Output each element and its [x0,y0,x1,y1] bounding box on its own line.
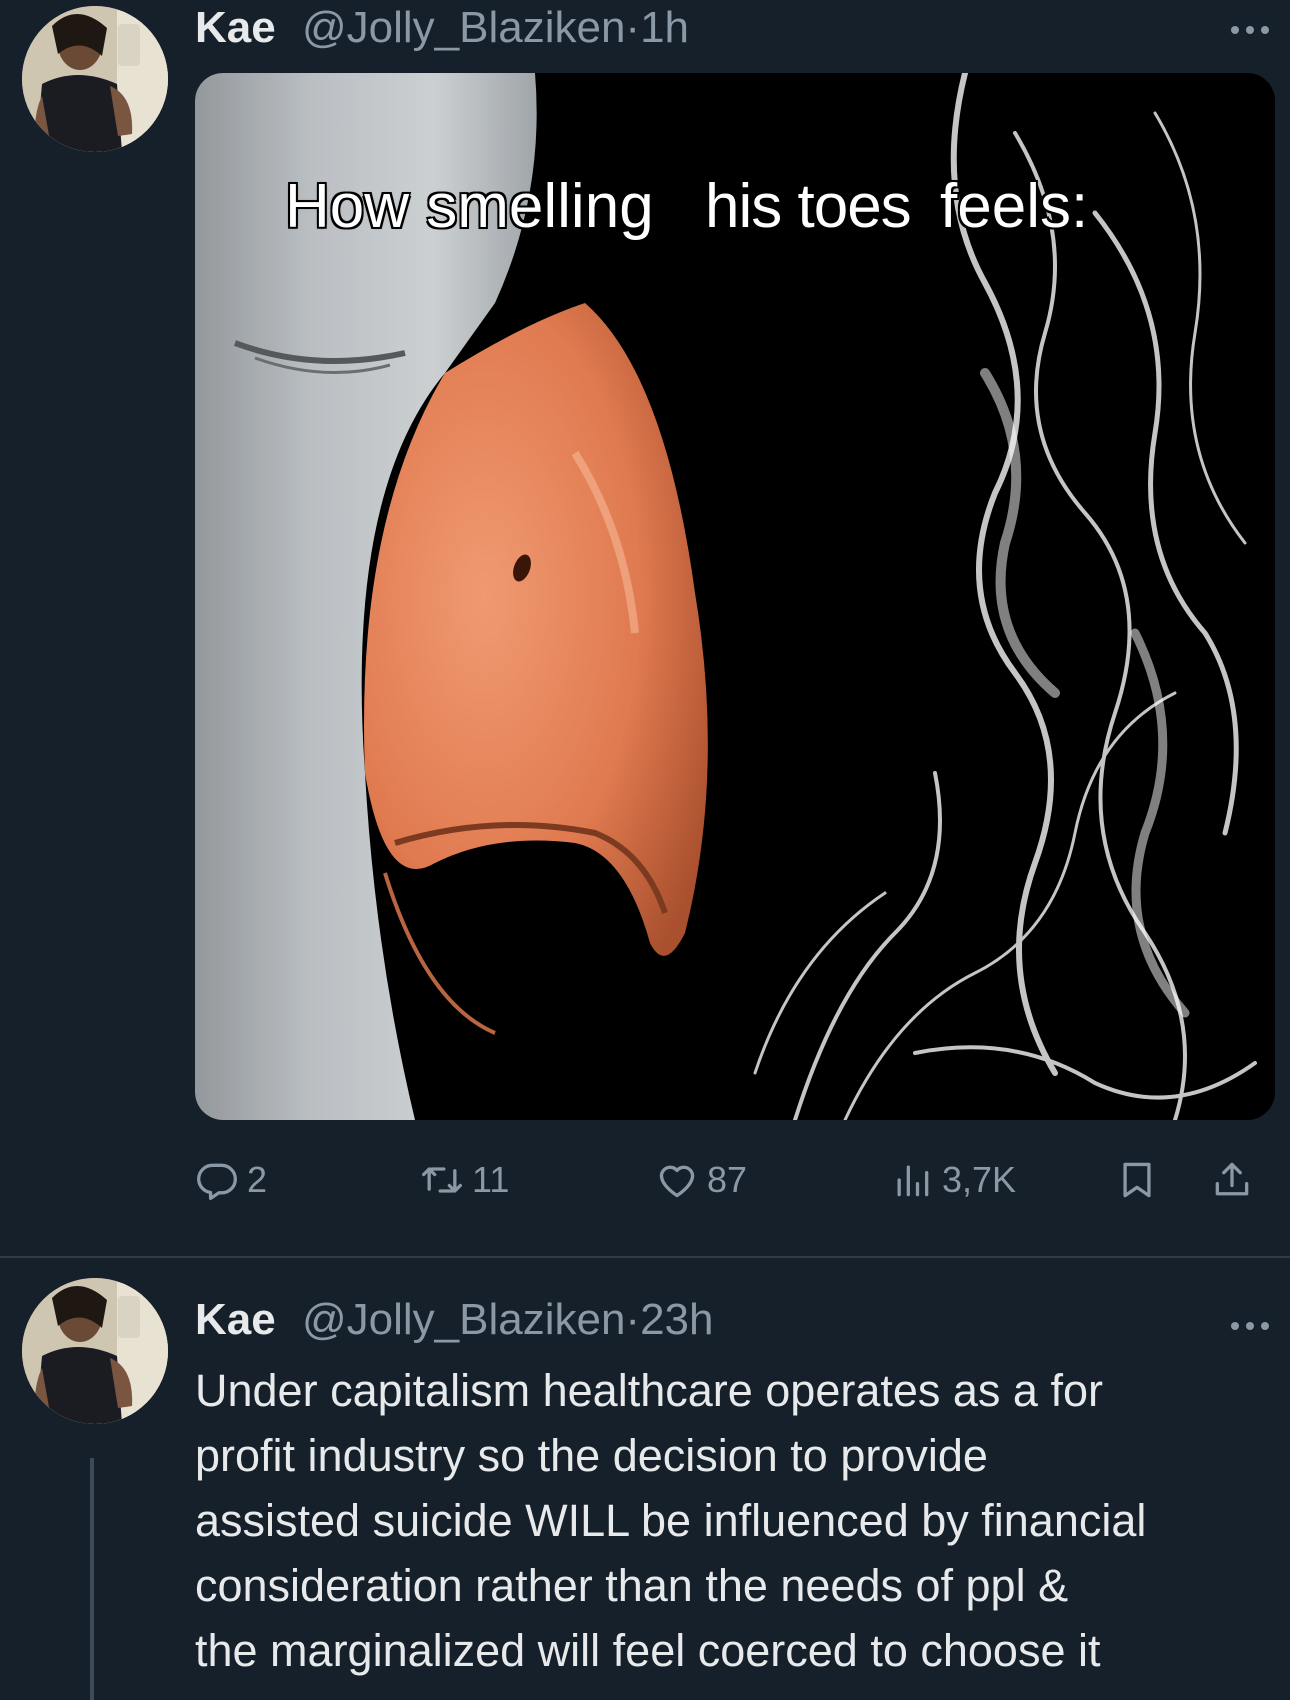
retweet-count: 11 [472,1159,510,1200]
author-handle[interactable]: @Jolly_Blaziken [302,3,625,52]
author-name[interactable]: Kae [195,3,276,52]
more-horizontal-icon [1231,1322,1269,1330]
avatar-image [22,1278,168,1424]
avatar-image [22,6,168,152]
retweet-icon [422,1167,462,1193]
separator-dot: · [625,3,641,52]
like-button[interactable]: 87 [655,1155,747,1205]
author-name[interactable]: Kae [195,1295,276,1344]
bookmark-button[interactable] [1115,1155,1159,1205]
share-button[interactable] [1210,1155,1254,1205]
tweet-text-line: the marginalized will feel coerced to ch… [195,1625,1101,1676]
views-chart-icon [897,1165,929,1197]
tweet-header: Kae @Jolly_Blaziken·1h [195,2,689,54]
like-count: 87 [707,1159,748,1200]
tweet-actions: 2 11 87 3,7K [195,1155,1275,1205]
heart-icon [659,1165,695,1198]
more-options-button[interactable] [1228,1316,1272,1336]
tweet-media-image[interactable]: How smelling his toes feels: [195,73,1275,1120]
reply-button[interactable]: 2 [195,1155,267,1205]
more-horizontal-icon [1231,26,1269,34]
reply-icon [197,1163,237,1200]
view-count: 3,7K [942,1159,1017,1200]
more-options-button[interactable] [1228,20,1272,40]
tweet-text-line: Under capitalism healthcare operates as … [195,1365,1103,1416]
tweet-header: Kae @Jolly_Blaziken·23h [195,1294,714,1346]
reply-count: 2 [247,1159,268,1200]
tweet-text: Under capitalism healthcare operates as … [195,1358,1280,1683]
tweet[interactable]: Kae @Jolly_Blaziken·1h How smelling his … [0,0,1290,1258]
caption-part: feels: [939,171,1089,242]
caption-part: his toes [704,171,913,242]
avatar[interactable] [22,6,168,152]
caption-part: How smelling [284,171,655,242]
timestamp[interactable]: 1h [640,3,689,52]
thread-connector-line [90,1458,94,1700]
bookmark-icon [1123,1162,1151,1198]
tweet-text-line: profit industry so the decision to provi… [195,1430,988,1481]
separator-dot: · [625,1295,641,1344]
views-button[interactable]: 3,7K [890,1155,1016,1205]
retweet-button[interactable]: 11 [420,1155,509,1205]
tweet-text-line: assisted suicide WILL be influenced by f… [195,1495,1147,1546]
tweet-text-line: consideration rather than the needs of p… [195,1560,1069,1611]
author-handle[interactable]: @Jolly_Blaziken [302,1295,625,1344]
tweet[interactable]: Kae @Jolly_Blaziken·23h Under capitalism… [0,1258,1290,1700]
share-icon [1215,1162,1249,1196]
avatar[interactable] [22,1278,168,1424]
timestamp[interactable]: 23h [640,1295,713,1344]
